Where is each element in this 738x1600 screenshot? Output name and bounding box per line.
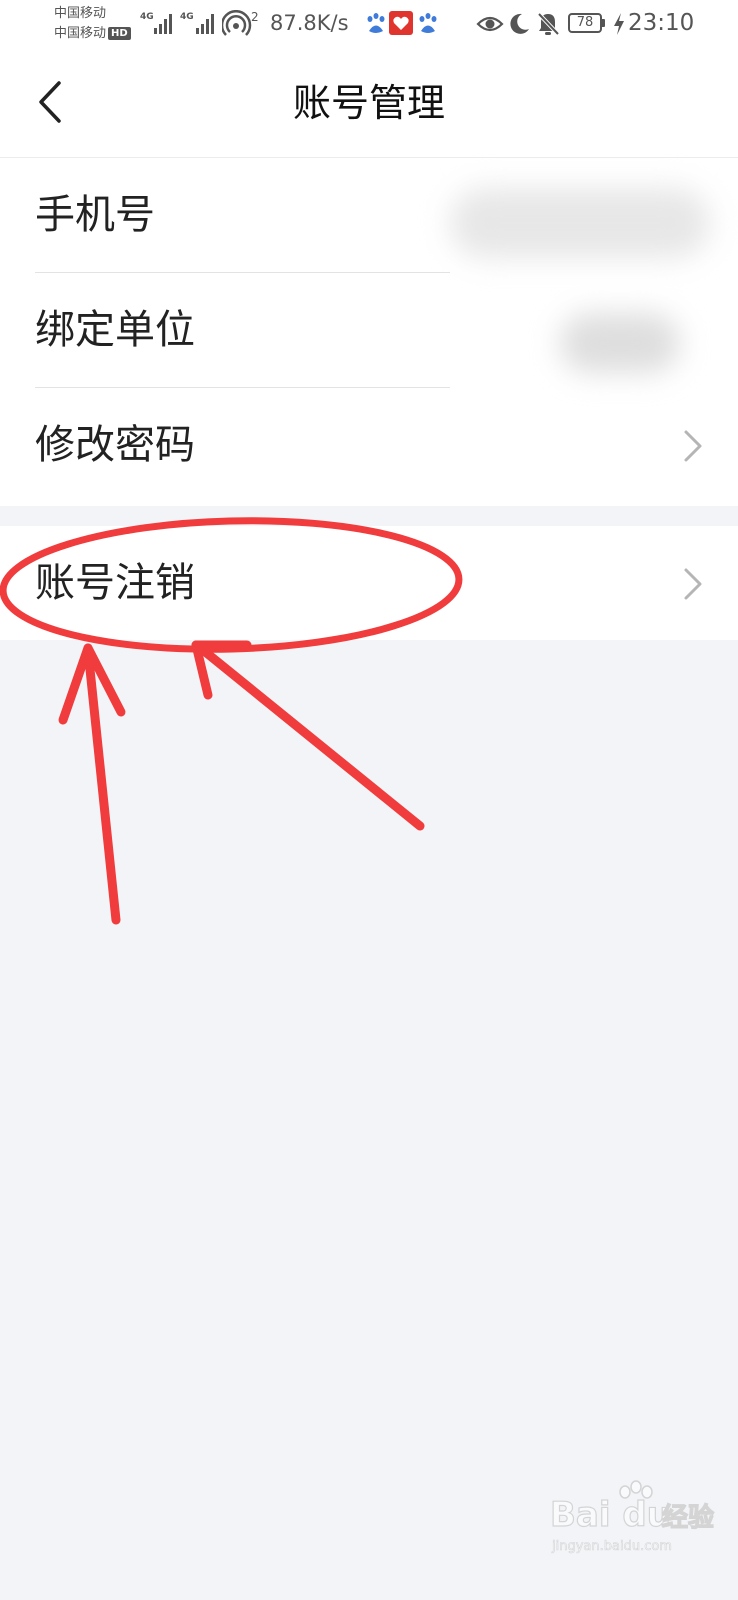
carrier-2-label: 中国移动 (54, 26, 107, 41)
blurred-phone-value (450, 188, 710, 258)
settings-group-account: 手机号 绑定单位 修改密码 (0, 158, 738, 506)
carrier-1: 中国移动 (54, 6, 107, 21)
settings-item-change-password[interactable]: 修改密码 (0, 388, 738, 503)
app-red-icon (389, 11, 413, 35)
settings-item-phone[interactable]: 手机号 (0, 158, 738, 273)
eye-icon (476, 16, 504, 32)
clock: 23:10 (628, 10, 695, 36)
net-speed: 87.8K/s (270, 11, 349, 35)
baidu-jingyan-watermark: Bai du 经验 jingyan.baidu.com (550, 1480, 715, 1554)
pointer-arrow (191, 640, 425, 831)
nav-bar: 账号管理 (0, 48, 738, 158)
settings-item-label: 手机号 (35, 192, 155, 238)
battery-indicator: 78 (568, 13, 605, 33)
bell-muted-icon (537, 12, 560, 36)
settings-item-account-deactivate[interactable]: 账号注销 (0, 526, 738, 641)
status-bar: 中国移动 中国移动 HD 4G 4G 2 87.8K/s 78 23:10 (0, 0, 738, 48)
charging-bolt-icon (614, 13, 624, 35)
signal-bars-icon: 4G (180, 12, 214, 34)
baidu-paw-icon (367, 13, 385, 33)
signal-bars-icon: 4G (140, 12, 172, 34)
watermark-url: jingyan.baidu.com (551, 1539, 672, 1554)
carrier-2: 中国移动 HD (54, 24, 131, 44)
network-type-1: 4G (140, 12, 154, 22)
settings-item-label: 绑定单位 (35, 307, 195, 353)
baidu-paw-icon (419, 13, 437, 33)
hotspot-count: 2 (251, 10, 259, 24)
chevron-right-icon (684, 568, 702, 600)
watermark-brand: Bai du (550, 1495, 671, 1535)
network-type-2: 4G (180, 12, 194, 22)
settings-group-deactivate: 账号注销 (0, 526, 738, 640)
hd-badge: HD (108, 27, 131, 40)
page-title: 账号管理 (292, 81, 445, 125)
chevron-left-icon (39, 81, 61, 123)
settings-item-label: 账号注销 (35, 560, 195, 606)
wifi-hotspot-icon: 2 (222, 10, 259, 36)
blurred-unit-value (560, 313, 680, 373)
chevron-right-icon (684, 430, 702, 462)
settings-item-bind-unit[interactable]: 绑定单位 (0, 273, 738, 388)
moon-icon (510, 13, 529, 34)
settings-item-label: 修改密码 (35, 422, 195, 468)
watermark-sub: 经验 (662, 1502, 714, 1533)
carrier-info: 中国移动 中国移动 HD (54, 4, 131, 44)
pointer-arrow (58, 643, 126, 925)
back-button[interactable] (20, 72, 80, 132)
